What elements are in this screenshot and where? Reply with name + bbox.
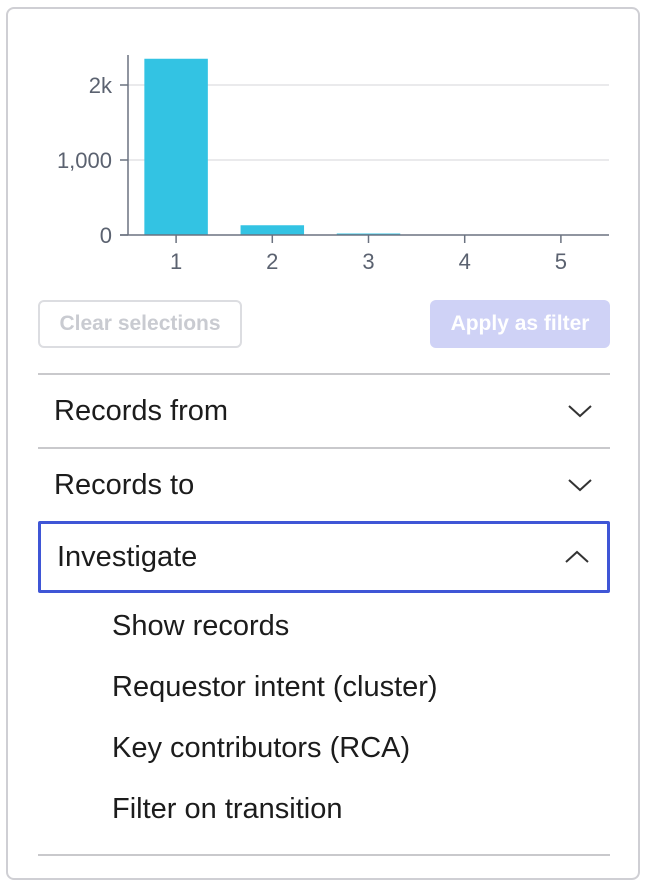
clear-selections-button[interactable]: Clear selections [38, 300, 242, 348]
x-tick-label: 5 [555, 249, 567, 274]
divider [38, 854, 610, 856]
apply-as-filter-button[interactable]: Apply as filter [430, 300, 610, 348]
investigate-label: Investigate [57, 540, 198, 573]
records-to-row[interactable]: Records to [38, 449, 610, 521]
menu-item-requestor-intent[interactable]: Requestor intent (cluster) [112, 671, 438, 704]
y-tick-label: 1,000 [57, 148, 112, 173]
chevron-up-icon [563, 543, 591, 571]
y-tick-label: 2k [89, 73, 113, 98]
x-tick-label: 3 [362, 249, 374, 274]
menu-item-show-records[interactable]: Show records [112, 610, 289, 643]
records-from-row[interactable]: Records from [38, 375, 610, 447]
records-from-label: Records from [54, 394, 229, 427]
bar-1[interactable] [144, 58, 208, 235]
x-tick-label: 2 [266, 249, 278, 274]
x-tick-label: 4 [459, 249, 471, 274]
bar-2[interactable] [240, 225, 305, 235]
y-tick-label: 0 [100, 223, 112, 248]
menu-item-filter-on-transition[interactable]: Filter on transition [112, 793, 343, 826]
records-to-label: Records to [54, 468, 195, 501]
chevron-down-icon [566, 397, 594, 425]
menu-item-key-contributors[interactable]: Key contributors (RCA) [112, 732, 410, 765]
investigate-row[interactable]: Investigate [38, 521, 610, 593]
bar-chart: 0 1,000 2k 1 2 3 4 5 [0, 0, 648, 290]
x-tick-label: 1 [170, 249, 182, 274]
chevron-down-icon [566, 471, 594, 499]
